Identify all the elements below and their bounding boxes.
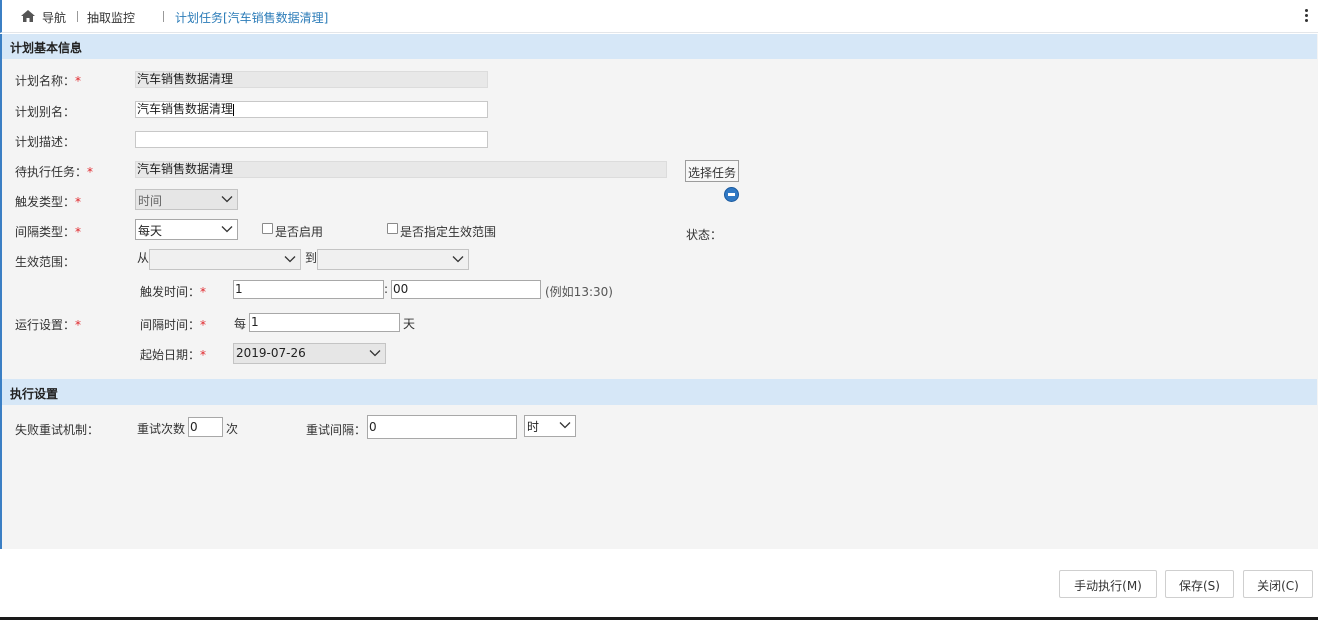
interval-value-input[interactable]: 1 (249, 313, 400, 332)
retry-count-input[interactable]: 0 (188, 417, 223, 437)
interval-type-select[interactable]: 每天 (135, 219, 238, 240)
trigger-minute-input[interactable]: 00 (391, 280, 541, 299)
range-to-label: 到 (305, 251, 318, 265)
range-from-label: 从 (137, 251, 150, 265)
run-settings-label: 运行设置：* (15, 318, 82, 332)
more-options-icon[interactable] (1303, 9, 1309, 25)
trigger-type-label: 触发类型：* (15, 195, 82, 209)
range-from-select[interactable] (149, 249, 301, 270)
retry-mechanism-label: 失败重试机制： (15, 423, 100, 437)
chevron-down-icon (221, 226, 233, 233)
day-unit-label: 天 (403, 317, 416, 331)
breadcrumb-extract-monitor[interactable]: 抽取监控 (87, 9, 135, 26)
time-colon: : (384, 282, 389, 296)
enable-checkbox[interactable] (262, 223, 273, 234)
start-date-picker[interactable]: 2019-07-26 (233, 343, 386, 364)
retry-count-unit: 次 (226, 422, 239, 436)
status-minus-icon[interactable] (724, 187, 739, 202)
breadcrumb-separator (163, 11, 164, 22)
trigger-time-label: 触发时间：* (140, 285, 207, 299)
chevron-down-icon (452, 256, 464, 263)
breadcrumb-separator (77, 11, 78, 22)
close-button[interactable]: 关闭(C) (1243, 570, 1313, 598)
enable-checkbox-label: 是否启用 (275, 225, 324, 239)
breadcrumb-home[interactable]: 导航 (42, 9, 66, 26)
trigger-type-value: 时间 (138, 194, 163, 208)
section-exec-settings-header: 执行设置 (2, 379, 1317, 405)
retry-count-label: 重试次数 (137, 422, 186, 436)
text-cursor (233, 103, 235, 116)
chevron-down-icon (284, 256, 296, 263)
plan-alias-label: 计划别名： (15, 105, 76, 119)
chevron-down-icon (559, 422, 571, 429)
manual-run-button[interactable]: 手动执行(M) (1059, 570, 1157, 598)
start-date-value: 2019-07-26 (236, 346, 306, 360)
top-bar: 导航 抽取监控 计划任务[汽车销售数据清理] (0, 0, 1318, 33)
chevron-down-icon (369, 350, 381, 357)
home-icon[interactable] (20, 9, 36, 23)
interval-time-label: 间隔时间：* (140, 318, 207, 332)
pending-task-field[interactable]: 汽车销售数据清理 (135, 161, 667, 178)
breadcrumb-current-page[interactable]: 计划任务[汽车销售数据清理] (175, 9, 328, 26)
interval-type-value: 每天 (138, 224, 163, 238)
status-label: 状态： (686, 228, 723, 242)
range-to-select[interactable] (317, 249, 469, 270)
plan-description-label: 计划描述： (15, 135, 76, 149)
plan-name-label: 计划名称：* (15, 74, 82, 88)
start-date-label: 起始日期：* (140, 348, 207, 362)
chevron-down-icon (221, 196, 233, 203)
plan-alias-input[interactable]: 汽车销售数据清理 (135, 101, 488, 118)
retry-interval-unit-select[interactable]: 时 (524, 415, 576, 437)
save-button[interactable]: 保存(S) (1165, 570, 1234, 598)
plan-name-field[interactable]: 汽车销售数据清理 (135, 71, 488, 88)
specify-range-checkbox[interactable] (387, 223, 398, 234)
trigger-hour-input[interactable]: 1 (233, 280, 384, 299)
specify-range-checkbox-label: 是否指定生效范围 (400, 225, 497, 239)
retry-interval-input[interactable]: 0 (367, 415, 517, 439)
section-basic-info-header: 计划基本信息 (2, 34, 1317, 59)
trigger-time-hint: (例如13:30) (545, 285, 613, 299)
effective-range-label: 生效范围： (15, 255, 76, 269)
choose-task-button[interactable]: 选择任务 (685, 160, 739, 182)
plan-description-input[interactable] (135, 131, 488, 148)
every-label: 每 (234, 317, 247, 331)
retry-interval-label: 重试间隔： (306, 423, 367, 437)
trigger-type-select[interactable]: 时间 (135, 189, 238, 210)
interval-type-label: 间隔类型：* (15, 225, 82, 239)
pending-task-label: 待执行任务：* (15, 165, 94, 179)
retry-interval-unit-value: 时 (527, 420, 540, 434)
plan-form: 计划基本信息 计划名称：* 汽车销售数据清理 计划别名： 汽车销售数据清理 计划… (0, 34, 1318, 549)
